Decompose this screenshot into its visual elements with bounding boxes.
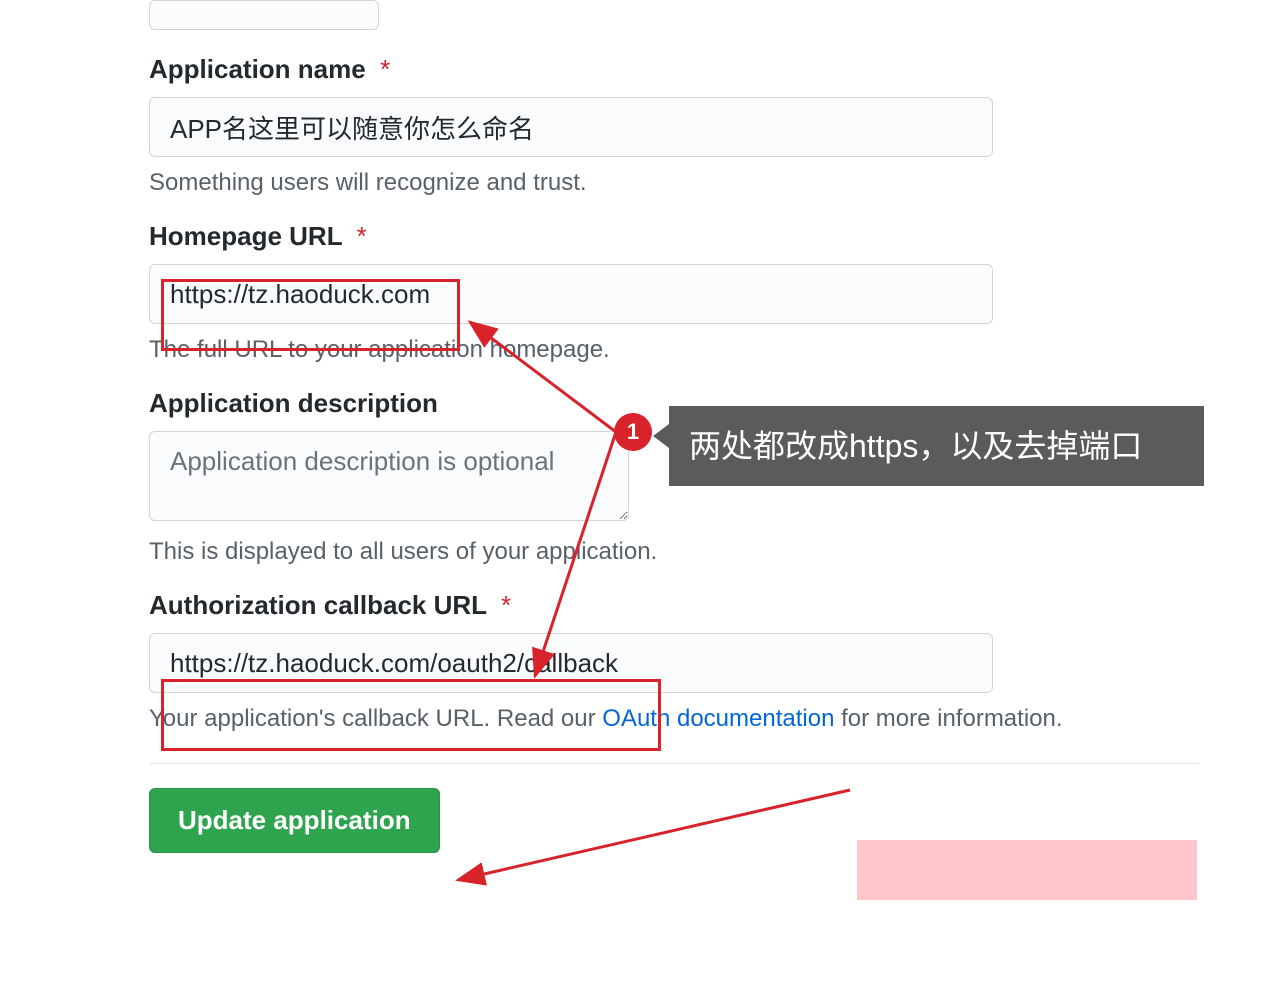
application-name-label: Application name * [149,54,1284,85]
help-suffix: for more information. [834,705,1062,732]
application-description-textarea[interactable] [149,431,629,521]
annotation-callout: 两处都改成https，以及去掉端口 [669,406,1204,486]
redacted-box [857,840,1197,900]
callback-url-label: Authorization callback URL * [149,590,1284,621]
oauth-doc-link[interactable]: OAuth documentation [602,705,834,732]
required-star-icon: * [373,54,390,84]
label-text: Authorization callback URL [149,590,487,620]
callout-text: 两处都改成https，以及去掉端口 [689,428,1142,464]
partial-box-top [149,0,379,30]
callback-url-help: Your application's callback URL. Read ou… [149,705,1284,733]
callback-url-group: Authorization callback URL * Your applic… [149,590,1284,733]
application-description-help: This is displayed to all users of your a… [149,538,1284,566]
help-prefix: Your application's callback URL. Read ou… [149,705,602,732]
application-name-help: Something users will recognize and trust… [149,169,1284,197]
homepage-url-group: Homepage URL * The full URL to your appl… [149,221,1284,364]
badge-number: 1 [627,419,639,445]
required-star-icon: * [349,221,366,251]
homepage-url-label: Homepage URL * [149,221,1284,252]
label-text: Application name [149,54,366,84]
divider [149,763,1199,764]
label-text: Homepage URL [149,221,342,251]
application-name-group: Application name * Something users will … [149,54,1284,197]
label-text: Application description [149,388,438,418]
annotation-badge: 1 [614,413,652,451]
button-label: Update application [178,805,411,835]
application-name-input[interactable] [149,97,993,157]
callback-url-input[interactable] [149,633,993,693]
required-star-icon: * [494,590,511,620]
homepage-url-help: The full URL to your application homepag… [149,336,1284,364]
homepage-url-input[interactable] [149,264,993,324]
update-application-button[interactable]: Update application [149,788,440,853]
